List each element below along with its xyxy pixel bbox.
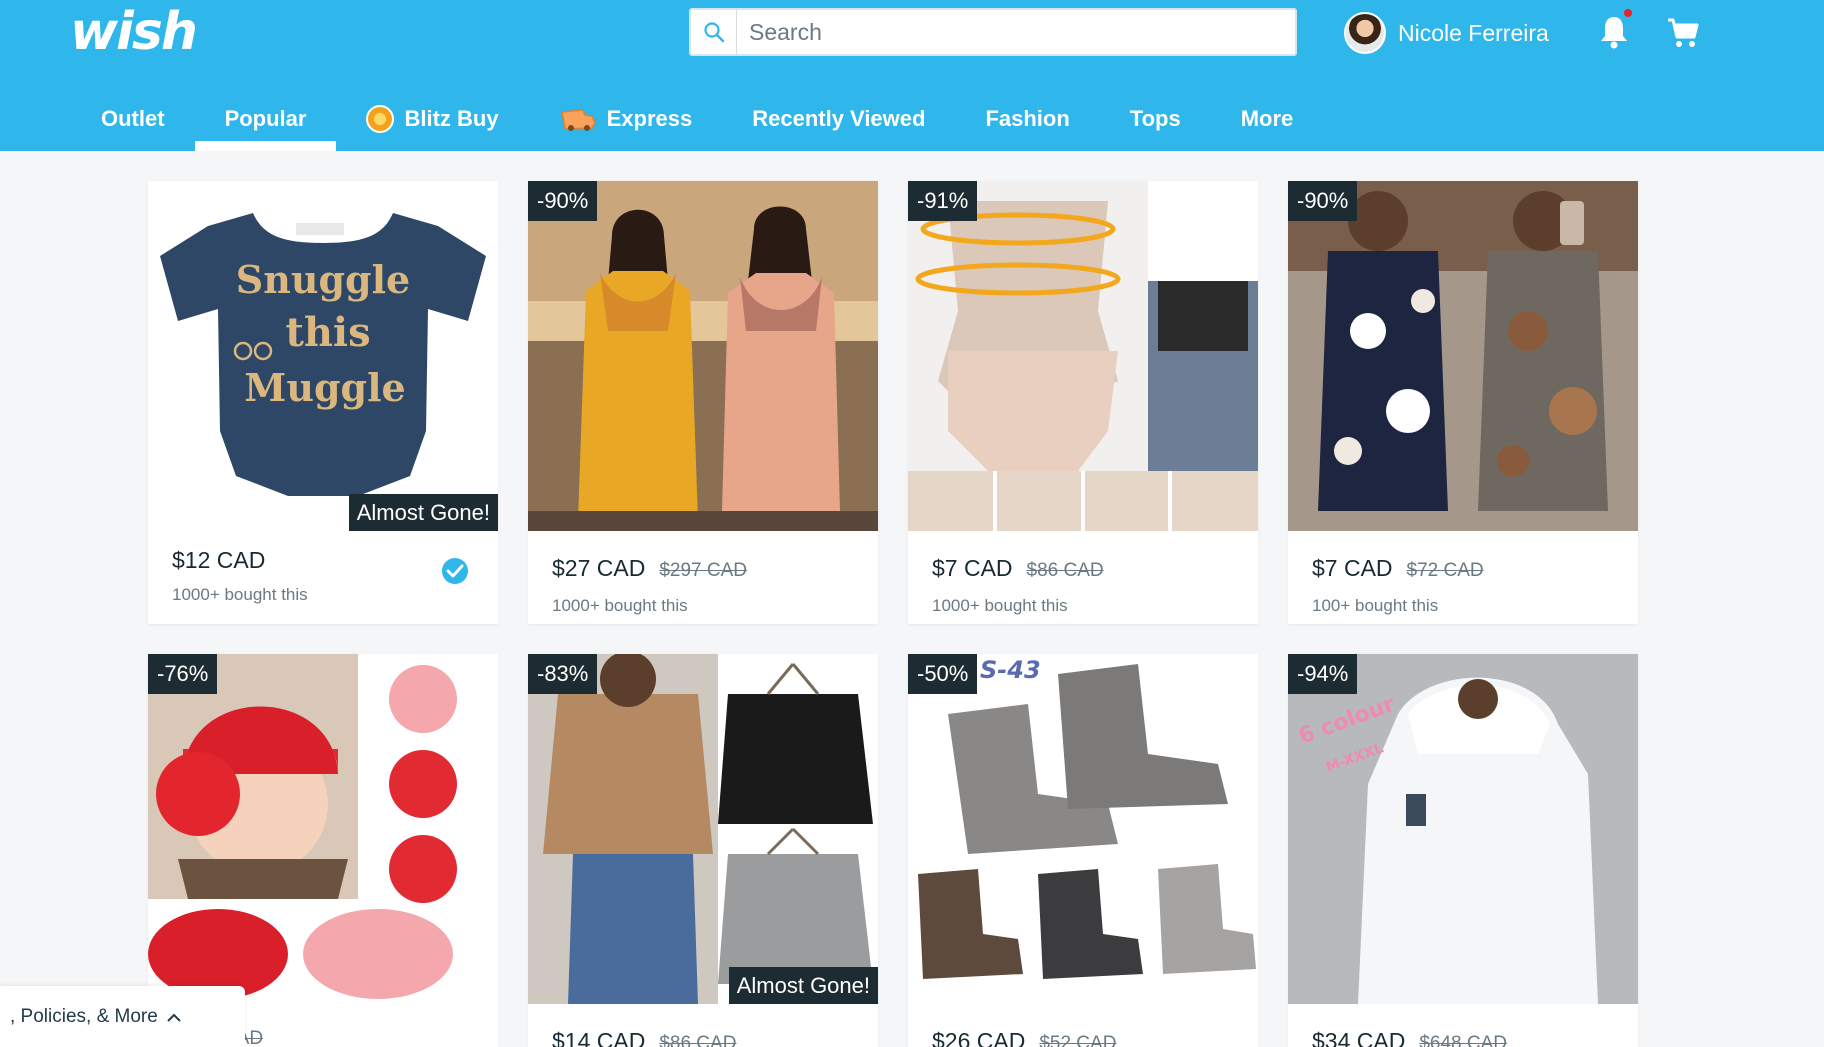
top-header: wish Nicole Ferreira Outlet Popular Blit… <box>0 0 1824 151</box>
bought-count: 1000+ bought this <box>172 585 308 604</box>
discount-badge: -76% <box>148 654 218 694</box>
art-text-line: this <box>285 309 370 356</box>
tab-fashion[interactable]: Fashion <box>955 86 1099 151</box>
tab-more[interactable]: More <box>1211 86 1324 151</box>
tab-outlet[interactable]: Outlet <box>71 86 195 151</box>
discount-badge: -90% <box>1288 181 1358 221</box>
product-card[interactable]: 6 colour M-XXXL -94% $34 CAD $648 CAD <box>1288 654 1638 1047</box>
product-price: $7 CAD <box>932 555 1013 581</box>
wish-logo[interactable]: wish <box>70 2 198 62</box>
verified-check-icon <box>442 558 468 584</box>
product-image[interactable]: S-43 -50% <box>908 654 1258 1004</box>
original-price: $72 CAD <box>1406 560 1484 581</box>
original-price: $52 CAD <box>1039 1033 1117 1047</box>
search-icon[interactable] <box>691 10 737 54</box>
tab-popular[interactable]: Popular <box>194 86 337 151</box>
product-price: $7 CAD <box>1312 555 1393 581</box>
search-bar[interactable] <box>689 8 1297 56</box>
discount-badge: -94% <box>1288 654 1358 694</box>
blitz-buy-icon <box>366 104 395 133</box>
avatar[interactable] <box>1344 12 1386 54</box>
original-price: $86 CAD <box>1026 560 1104 581</box>
product-card[interactable]: -90% $27 CAD $297 CAD 1000+ bought this <box>528 181 878 624</box>
discount-badge: -91% <box>908 181 978 221</box>
product-image[interactable]: -76% <box>148 654 498 1004</box>
product-grid: Snuggle this Muggle Almost Gone! $12 CAD… <box>148 181 1640 1047</box>
chevron-up-icon <box>167 1013 181 1022</box>
bought-count: 1000+ bought this <box>552 596 688 615</box>
tab-express[interactable]: Express <box>529 86 723 151</box>
product-image[interactable]: 6 colour M-XXXL -94% <box>1288 654 1638 1004</box>
product-price: $12 CAD <box>172 547 266 573</box>
original-price: $648 CAD <box>1419 1033 1507 1047</box>
product-card[interactable]: S-43 -50% $26 CAD $52 CAD <box>908 654 1258 1047</box>
discount-badge: -83% <box>528 654 598 694</box>
discount-badge: -90% <box>528 181 598 221</box>
product-price: $34 CAD <box>1312 1028 1406 1047</box>
art-text-line: S-43 <box>980 656 1041 684</box>
original-price: $86 CAD <box>659 1033 737 1047</box>
product-card[interactable]: -83% Almost Gone! $14 CAD $86 CAD <box>528 654 878 1047</box>
product-image[interactable]: -83% Almost Gone! <box>528 654 878 1004</box>
category-nav: Outlet Popular Blitz Buy Express Recentl… <box>0 86 1824 151</box>
art-text-line: Muggle <box>244 365 405 410</box>
notification-dot <box>1624 9 1632 17</box>
art-text-line: Snuggle <box>236 257 410 302</box>
discount-badge: -50% <box>908 654 978 694</box>
bought-count: 100+ bought this <box>1312 596 1439 615</box>
product-card[interactable]: -90% $7 CAD $72 CAD 100+ bought this <box>1288 181 1638 624</box>
almost-gone-tag: Almost Gone! <box>728 967 878 1004</box>
product-price: $14 CAD <box>552 1028 646 1047</box>
footer-label: , Policies, & More <box>10 1005 158 1027</box>
express-truck-icon <box>560 108 596 131</box>
user-profile[interactable]: Nicole Ferreira <box>1344 12 1549 54</box>
cart-icon[interactable] <box>1666 16 1700 50</box>
product-image[interactable]: -91% <box>908 181 1258 531</box>
bought-count: 1000+ bought this <box>932 596 1068 615</box>
product-price: $26 CAD <box>932 1028 1026 1047</box>
product-card[interactable]: Snuggle this Muggle Almost Gone! $12 CAD… <box>148 181 498 624</box>
product-price: $27 CAD <box>552 555 646 581</box>
product-card[interactable]: -91% $7 CAD $86 CAD 1000+ bought this <box>908 181 1258 624</box>
tab-tops[interactable]: Tops <box>1100 86 1211 151</box>
tab-recently-viewed[interactable]: Recently Viewed <box>722 86 955 151</box>
bell-icon[interactable] <box>1598 14 1630 50</box>
product-image[interactable]: -90% <box>528 181 878 531</box>
tab-blitz-buy[interactable]: Blitz Buy <box>336 86 528 151</box>
product-image[interactable]: Snuggle this Muggle Almost Gone! <box>148 181 498 531</box>
original-price: $297 CAD <box>659 560 747 581</box>
user-name[interactable]: Nicole Ferreira <box>1398 20 1549 47</box>
product-image[interactable]: -90% <box>1288 181 1638 531</box>
almost-gone-tag: Almost Gone! <box>348 494 498 531</box>
footer-policies-toggle[interactable]: , Policies, & More <box>0 986 245 1047</box>
search-input[interactable] <box>737 10 1295 54</box>
